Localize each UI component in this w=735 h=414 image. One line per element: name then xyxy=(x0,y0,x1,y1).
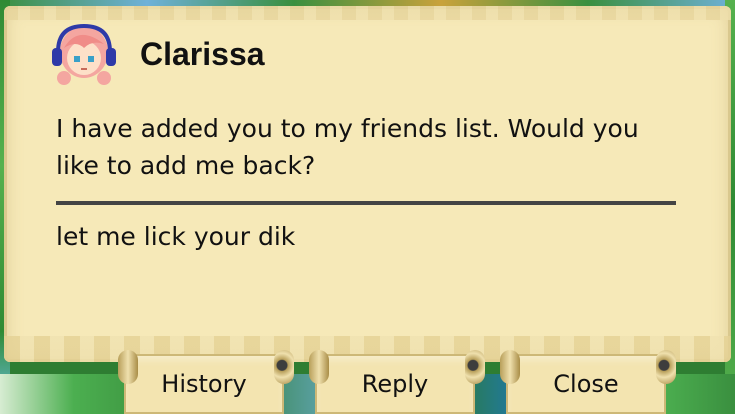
reply-message: let me lick your dik xyxy=(56,222,296,251)
scroll-roll-right xyxy=(274,350,294,384)
divider xyxy=(56,201,676,205)
reply-button[interactable]: Reply xyxy=(309,350,485,414)
scroll-roll-right xyxy=(465,350,485,384)
history-button-label: History xyxy=(161,370,247,398)
close-button-label: Close xyxy=(553,370,619,398)
scroll-roll-right xyxy=(656,350,676,384)
sender-name: Clarissa xyxy=(140,36,265,72)
close-button[interactable]: Close xyxy=(500,350,676,414)
reply-button-label: Reply xyxy=(361,370,429,398)
friend-request-message: I have added you to my friends list. Wou… xyxy=(56,114,639,180)
sender-avatar xyxy=(52,23,116,85)
history-button[interactable]: History xyxy=(118,350,294,414)
